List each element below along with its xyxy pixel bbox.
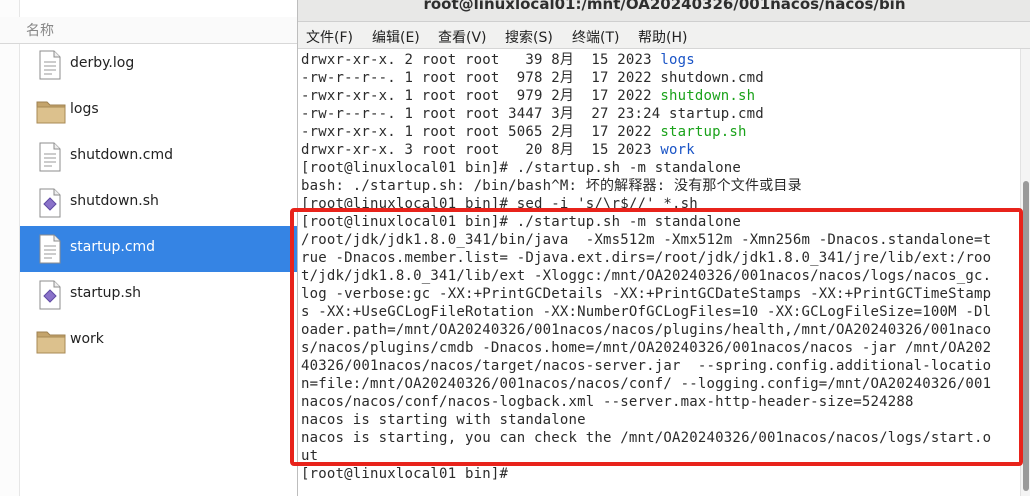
terminal-line-text: -rw-r--r--. 1 root root 978 2月 17 2022 [301,70,661,86]
terminal-line: log -verbose:gc -XX:+PrintGCDetails -XX:… [301,285,991,303]
file-item[interactable]: startup.cmd [20,226,300,272]
terminal-line: nacos is starting with standalone [301,411,586,429]
file-item[interactable]: shutdown.sh [20,180,300,226]
menu-item[interactable]: 查看(V) [438,27,487,47]
terminal-line: /root/jdk/jdk1.8.0_341/bin/java -Xms512m… [301,231,991,249]
menu-item[interactable]: 终端(T) [572,27,619,47]
terminal-line-text: s/nacos/plugins/cmdb -Dnacos.home=/mnt/O… [301,340,992,356]
terminal-line-text: n=file:/mnt/OA20240326/001nacos/nacos/co… [301,376,992,392]
terminal-line: t/jdk/jdk1.8.0_341/lib/ext -Xloggc:/mnt/… [301,267,991,285]
terminal-line: [root@linuxlocal01 bin]# ./startup.sh -m… [301,213,741,231]
terminal-line-text: -rwxr-xr-x. 1 root root 979 2月 17 2022 [301,88,661,104]
terminal-line: s -XX:+UseGCLogFileRotation -XX:NumberOf… [301,303,991,321]
file-name: work [70,331,104,347]
terminal-line-text: nacos is starting with standalone [301,412,586,428]
file-name: logs [70,101,99,117]
terminal-output[interactable]: drwxr-xr-x. 2 root root 39 8月 15 2023 lo… [298,49,1019,496]
file-item[interactable]: work [20,318,300,364]
file-item[interactable]: logs [20,88,300,134]
terminal-line: bash: ./startup.sh: /bin/bash^M: 坏的解释器: … [301,177,802,195]
listing-entry-name: logs [660,52,695,68]
text-file-icon [36,50,64,80]
terminal-line: [root@linuxlocal01 bin]# ./startup.sh -m… [301,159,741,177]
terminal-line: drwxr-xr-x. 3 root root 20 8月 15 2023 wo… [301,141,695,159]
terminal-line: 40326/001nacos/nacos/target/nacos-server… [301,357,991,375]
script-file-icon [36,188,64,218]
terminal-line-text: [root@linuxlocal01 bin]# ./startup.sh -m… [301,160,742,176]
terminal-line-text: nacos is starting, you can check the /mn… [301,430,992,446]
terminal-line: rue -Dnacos.member.list= -Djava.ext.dirs… [301,249,991,267]
terminal-line-text: [root@linuxlocal01 bin]# ./startup.sh -m… [301,214,742,230]
menu-item[interactable]: 编辑(E) [372,27,420,47]
terminal-line-text: nacos/nacos/conf/nacos-logback.xml --ser… [301,394,914,410]
window-title: root@linuxlocal01:/mnt/OA20240326/001nac… [423,0,906,13]
menu-bar: 文件(F) 编辑(E) 查看(V) 搜索(S) 终端(T) 帮助(H) [298,22,1030,49]
file-name: startup.sh [70,285,141,301]
script-file-icon [36,280,64,310]
terminal-line: s/nacos/plugins/cmdb -Dnacos.home=/mnt/O… [301,339,991,357]
file-name: shutdown.cmd [70,147,173,163]
listing-entry-name: shutdown.sh [660,88,756,104]
terminal-line-text: drwxr-xr-x. 2 root root 39 8月 15 2023 [301,52,661,68]
folder-icon [36,96,66,126]
terminal-line-text: -rwxr-xr-x. 1 root root 5065 2月 17 2022 [301,124,661,140]
terminal-line: -rwxr-xr-x. 1 root root 979 2月 17 2022 s… [301,87,755,105]
file-item[interactable]: derby.log [20,42,300,88]
terminal-line: oader.path=/mnt/OA20240326/001nacos/naco… [301,321,991,339]
listing-entry-name: startup.sh [660,124,747,140]
file-name: derby.log [70,55,135,71]
menu-item[interactable]: 帮助(H) [638,27,687,47]
terminal-line-text: -rw-r--r--. 1 root root 3447 3月 27 23:24 [301,106,669,122]
terminal-line: drwxr-xr-x. 2 root root 39 8月 15 2023 lo… [301,51,695,69]
file-list-header[interactable]: 名称 [0,17,300,44]
file-item[interactable]: shutdown.cmd [20,134,300,180]
listing-entry-name: shutdown.cmd [660,70,764,86]
column-header-name[interactable]: 名称 [26,20,54,40]
terminal-line: nacos is starting, you can check the /mn… [301,429,991,447]
file-item[interactable]: startup.sh [20,272,300,318]
scrollbar-thumb[interactable] [1023,181,1029,491]
menu-item[interactable]: 文件(F) [306,27,353,47]
terminal-line: [root@linuxlocal01 bin]# sed -i 's/\r$//… [301,195,698,213]
terminal-line: -rwxr-xr-x. 1 root root 5065 2月 17 2022 … [301,123,747,141]
title-bar[interactable]: root@linuxlocal01:/mnt/OA20240326/001nac… [298,0,1030,22]
terminal-line-text: rue -Dnacos.member.list= -Djava.ext.dirs… [301,250,992,266]
listing-entry-name: work [660,142,695,158]
terminal-line: nacos/nacos/conf/nacos-logback.xml --ser… [301,393,914,411]
file-name: startup.cmd [70,239,156,255]
file-name: shutdown.sh [70,193,159,209]
file-manager: 名称 derby.log logs shutdown.cmd shutdown.sh s… [0,0,300,496]
terminal-line-text: bash: ./startup.sh: /bin/bash^M: 坏的解释器: … [301,178,802,194]
text-file-icon [36,142,64,172]
terminal-line: n=file:/mnt/OA20240326/001nacos/nacos/co… [301,375,991,393]
terminal-line-text: /root/jdk/jdk1.8.0_341/bin/java -Xms512m… [301,232,992,248]
terminal-line-text: [root@linuxlocal01 bin]# [301,466,517,482]
terminal-line-text: t/jdk/jdk1.8.0_341/lib/ext -Xloggc:/mnt/… [301,268,992,284]
file-manager-gutter [0,0,20,496]
terminal-line-text: drwxr-xr-x. 3 root root 20 8月 15 2023 [301,142,661,158]
terminal-window: root@linuxlocal01:/mnt/OA20240326/001nac… [297,0,1030,496]
folder-icon [36,326,66,356]
terminal-line: -rw-r--r--. 1 root root 3447 3月 27 23:24… [301,105,764,123]
terminal-line-text: ut [301,448,319,464]
terminal-line: -rw-r--r--. 1 root root 978 2月 17 2022 s… [301,69,764,87]
terminal-line-text: oader.path=/mnt/OA20240326/001nacos/naco… [301,322,992,338]
terminal-line-text: s -XX:+UseGCLogFileRotation -XX:NumberOf… [301,304,992,320]
terminal-line: [root@linuxlocal01 bin]# [301,465,517,483]
terminal-line-text: log -verbose:gc -XX:+PrintGCDetails -XX:… [301,286,992,302]
listing-entry-name: startup.cmd [668,106,764,122]
text-file-icon [36,234,64,264]
scrollbar[interactable] [1020,49,1030,496]
terminal-line-text: 40326/001nacos/nacos/target/nacos-server… [301,358,992,374]
terminal-line: ut [301,447,318,465]
terminal-line-text: [root@linuxlocal01 bin]# sed -i 's/\r$//… [301,196,698,212]
menu-item[interactable]: 搜索(S) [505,27,553,47]
